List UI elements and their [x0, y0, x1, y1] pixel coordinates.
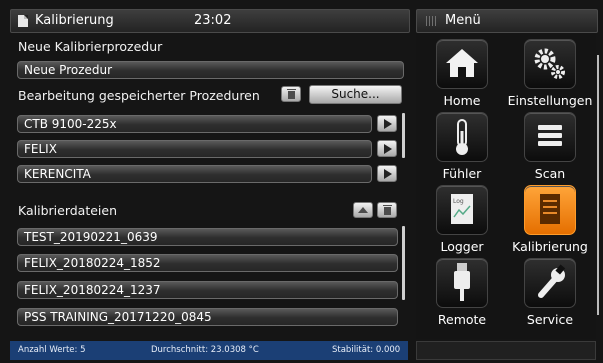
menu-label: Service — [526, 312, 574, 327]
window-title: Kalibrierung — [35, 13, 114, 28]
menu-label: Home — [443, 93, 481, 108]
menu-item-einstellungen[interactable]: Einstellungen — [507, 39, 593, 108]
menu-label: Einstellungen — [507, 93, 593, 108]
edit-saved-label: Bearbeitung gespeicherter Prozeduren — [18, 88, 260, 103]
menu-item-service[interactable]: Service — [507, 258, 593, 327]
procedures-scrollbar[interactable] — [402, 113, 405, 158]
home-tile[interactable] — [436, 39, 488, 89]
menu-item-home[interactable]: Home — [419, 39, 505, 108]
menu-item-scan[interactable]: Scan — [507, 112, 593, 181]
average-value: Durchschnitt: 23.0308 °C — [151, 345, 259, 355]
trash-icon — [382, 205, 392, 215]
logger-icon: Log — [451, 194, 473, 224]
usb-icon — [454, 263, 470, 301]
menu-label: Remote — [437, 312, 487, 327]
thermometer-icon — [456, 119, 468, 155]
file-item[interactable]: FELIX_20180224_1852 — [17, 254, 398, 272]
delete-file-button[interactable] — [377, 202, 397, 218]
menu-label: Scan — [534, 166, 566, 181]
menu-title: Menü — [445, 13, 481, 28]
menu-item-remote[interactable]: Remote — [419, 258, 505, 327]
grid-icon — [426, 16, 436, 26]
logger-tile[interactable]: Log — [436, 185, 488, 235]
menu-item-kalibrierung[interactable]: Kalibrierung — [507, 185, 593, 254]
trash-icon — [286, 89, 296, 99]
clock: 23:02 — [194, 13, 232, 28]
remote-tile[interactable] — [436, 258, 488, 308]
file-item[interactable]: FELIX_20180224_1237 — [17, 281, 398, 299]
menu-title-bar: Menü — [416, 9, 598, 33]
screen: Kalibrierung 23:02 Menü Neue Kalibrierpr… — [0, 0, 603, 363]
play-button[interactable] — [377, 115, 397, 132]
menu-label: Fühler — [442, 166, 482, 181]
new-procedure-label: Neue Kalibrierprozedur — [18, 39, 163, 54]
service-tile[interactable] — [524, 258, 576, 308]
title-bar: Kalibrierung 23:02 — [10, 9, 410, 33]
new-procedure-button[interactable]: Neue Prozedur — [17, 61, 404, 79]
status-bar-right — [416, 341, 596, 360]
menu-label: Kalibrierung — [512, 239, 588, 254]
stack-icon — [538, 125, 562, 146]
procedure-item[interactable]: KERENCITA — [17, 165, 372, 183]
main-menu: Home Einstellungen Fühler Scan Log Logge… — [416, 33, 596, 339]
file-item[interactable]: PSS TRAINING_20171220_0845 — [17, 308, 398, 326]
calibration-icon — [540, 194, 560, 224]
menu-item-fuehler[interactable]: Fühler — [419, 112, 505, 181]
menu-item-logger[interactable]: Log Logger — [419, 185, 505, 254]
delete-procedure-button[interactable] — [281, 86, 301, 102]
export-button[interactable] — [353, 202, 373, 218]
status-bar: Anzahl Werte: 5 Durchschnitt: 23.0308 °C… — [10, 341, 408, 360]
scan-tile[interactable] — [524, 112, 576, 162]
search-button[interactable]: Suche... — [309, 85, 402, 104]
settings-tile[interactable] — [524, 39, 576, 89]
procedure-item[interactable]: CTB 9100-225x — [17, 115, 372, 133]
export-icon — [358, 207, 368, 213]
file-item[interactable]: TEST_20190221_0639 — [17, 228, 398, 246]
wrench-icon — [538, 264, 566, 298]
stability-value: Stabilität: 0.000 — [332, 345, 401, 355]
play-button[interactable] — [377, 165, 397, 182]
files-scrollbar[interactable] — [402, 226, 405, 300]
play-button[interactable] — [377, 140, 397, 157]
calibration-tile[interactable] — [524, 185, 576, 235]
calibration-files-label: Kalibrierdateien — [18, 203, 118, 218]
document-icon — [18, 15, 28, 27]
menu-scrollbar[interactable] — [597, 55, 599, 315]
value-count: Anzahl Werte: 5 — [18, 345, 86, 355]
menu-label: Logger — [440, 239, 484, 254]
gears-icon — [534, 48, 565, 79]
house-icon — [446, 49, 478, 77]
svg-text:Log: Log — [453, 198, 464, 205]
sensor-tile[interactable] — [436, 112, 488, 162]
procedure-item[interactable]: FELIX — [17, 140, 372, 158]
